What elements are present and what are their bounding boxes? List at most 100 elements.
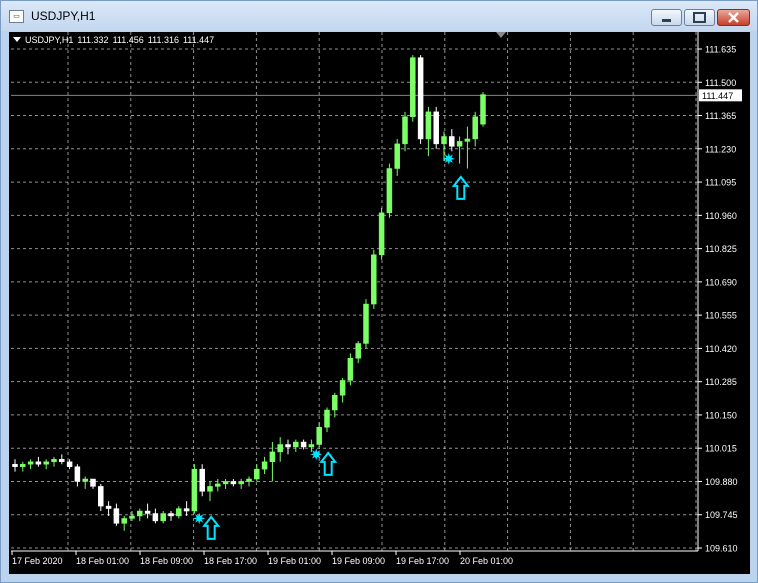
price-chart[interactable]: 111.635 111.500 111.365 111.230 111.095 110.9… [9, 32, 750, 574]
chart-window: ▭ USDJPY,H1 111.635 111.500 111.365 111.230… [0, 0, 758, 583]
x-tick-label: 18 Feb 17:00 [204, 556, 257, 566]
candle-bull [394, 143, 400, 169]
maximize-button[interactable] [684, 9, 715, 26]
chart-close: 111.447 [182, 35, 215, 45]
candle-bull [43, 461, 49, 465]
candle-bull [222, 481, 229, 485]
x-tick-label: 19 Feb 17:00 [396, 556, 449, 566]
close-button[interactable] [717, 9, 750, 26]
chart-window-icon[interactable]: ▭ [9, 10, 24, 23]
candle-bull [316, 427, 322, 445]
y-tick-label: 110.825 [705, 244, 737, 254]
candle-bear [300, 441, 307, 448]
candle-bull [371, 254, 377, 305]
candle-bear [183, 508, 190, 512]
candle-bull [355, 343, 361, 359]
candle-bull [121, 518, 127, 524]
candle-bull [269, 451, 276, 463]
candle-bull [472, 116, 478, 140]
candle-bull [215, 483, 221, 487]
candle-bull [254, 468, 260, 480]
candle-bull [386, 168, 393, 214]
candle-bull [207, 486, 213, 492]
y-tick-label: 110.960 [705, 211, 737, 221]
x-tick-label: 19 Feb 01:00 [268, 556, 321, 566]
buy-arrow-icon [319, 451, 338, 476]
candle-bear [449, 136, 455, 147]
signal-star-icon [310, 448, 323, 461]
candle-bear [90, 478, 96, 487]
y-tick-label: 111.365 [705, 111, 736, 121]
y-tick-label: 111.230 [705, 144, 736, 154]
chart-menu-triangle-icon[interactable] [13, 37, 21, 42]
minimize-button[interactable] [651, 9, 682, 26]
candle-bull [480, 94, 486, 125]
candle-bull [160, 513, 166, 522]
y-tick-label: 111.095 [705, 178, 736, 188]
y-tick-label: 110.555 [705, 311, 737, 321]
chart-symbol: USDJPY,H1 [25, 35, 74, 45]
y-tick-label: 111.635 [705, 45, 736, 55]
candle-bear [66, 461, 73, 467]
chart-low: 111.316 [147, 35, 179, 45]
candle-bull [238, 481, 244, 485]
chart-high: 111.456 [112, 35, 144, 45]
candle-bear [74, 466, 81, 482]
buy-arrow-icon [451, 175, 470, 200]
chart-shift-marker [496, 32, 506, 38]
candle-bull [129, 515, 135, 519]
minimize-icon [662, 19, 671, 22]
candle-bear [144, 510, 151, 514]
candle-bear [98, 486, 104, 507]
candle-bear [285, 444, 291, 448]
y-tick-label: 110.015 [705, 444, 737, 454]
candle-bear [433, 111, 439, 145]
candle-bear [105, 505, 112, 509]
candle-bull [347, 358, 354, 381]
candle-bear [113, 508, 120, 524]
candle-bull [410, 57, 416, 118]
x-tick-label: 20 Feb 01:00 [460, 556, 513, 566]
chart-header: USDJPY,H1 111.332 111.456 111.316 111.447 [13, 35, 218, 49]
candle-bull [324, 409, 330, 428]
candle-bull [176, 508, 182, 517]
candle-bull [20, 463, 26, 467]
y-tick-label: 110.690 [705, 277, 737, 287]
close-icon [728, 12, 739, 23]
current-price-label: 111.447 [702, 91, 733, 101]
buy-arrow-icon [202, 515, 221, 540]
x-tick-label: 18 Feb 01:00 [76, 556, 129, 566]
candle-bull [402, 116, 408, 145]
candle-bear [417, 57, 424, 140]
candle-bull [191, 468, 198, 512]
candle-bull [456, 141, 463, 147]
candle-bull [339, 380, 346, 396]
window-title: USDJPY,H1 [31, 9, 96, 23]
candle-bear [152, 513, 159, 522]
candle-bull [51, 459, 57, 463]
chart-area[interactable]: 111.635 111.500 111.365 111.230 111.095 110.9… [9, 32, 750, 574]
y-tick-label: 109.610 [705, 544, 738, 554]
candle-bull [137, 510, 143, 517]
candle-bull [378, 212, 385, 256]
x-tick-label: 18 Feb 09:00 [140, 556, 193, 566]
maximize-icon [693, 12, 706, 23]
candle-bear [199, 468, 205, 492]
candle-bear [230, 481, 237, 485]
candle-bear [59, 459, 65, 463]
candle-bull [464, 138, 471, 142]
x-tick-label: 19 Feb 09:00 [332, 556, 385, 566]
candle-bull [261, 461, 268, 470]
candle-bear [168, 513, 174, 517]
candle-bull [332, 394, 338, 411]
title-bar[interactable]: ▭ USDJPY,H1 [1, 1, 757, 31]
candle-bull [277, 444, 283, 453]
y-tick-label: 109.745 [705, 510, 738, 520]
y-tick-label: 110.150 [705, 410, 737, 420]
chart-open: 111.332 [77, 35, 109, 45]
signal-star-icon [193, 512, 206, 525]
candle-bull [293, 441, 299, 448]
candle-bull [441, 136, 447, 145]
y-tick-label: 110.285 [705, 377, 737, 387]
candle-bear [12, 463, 18, 467]
